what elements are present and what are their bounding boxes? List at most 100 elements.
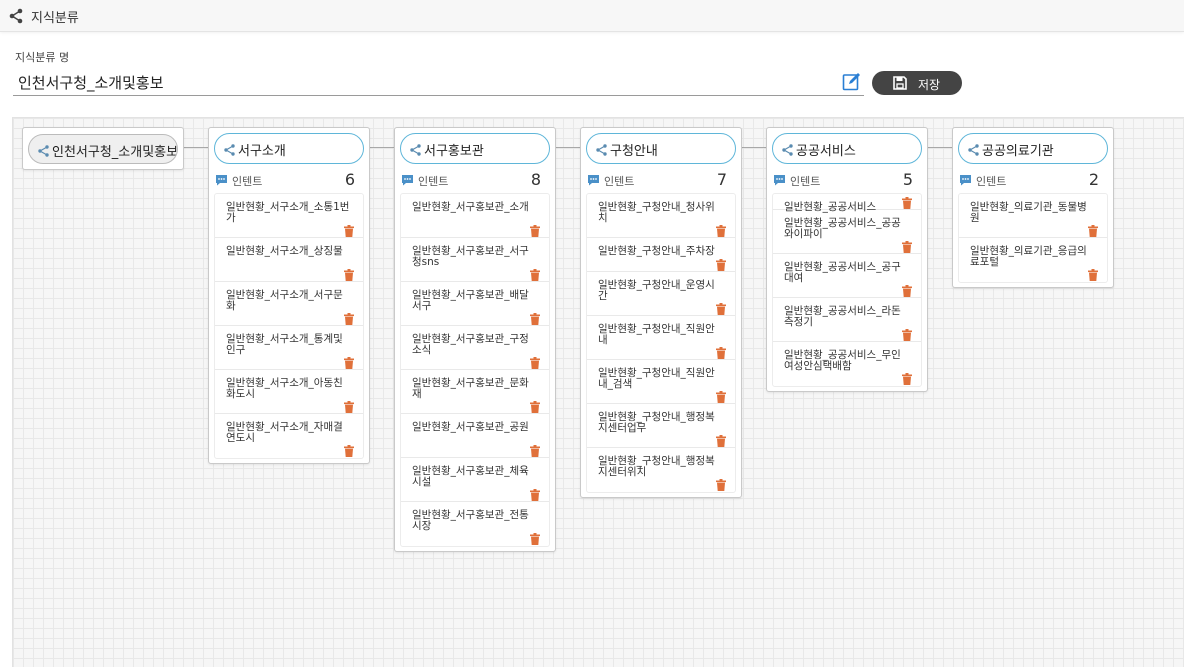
intent-item[interactable]: 일반현황_구청안내_운영시간: [587, 272, 735, 316]
intent-item-label: 일반현황_구청안내_주차장: [598, 245, 715, 257]
intent-item[interactable]: 일반현황_공공서비스_공구대여: [773, 254, 921, 298]
delete-icon[interactable]: [1088, 222, 1098, 237]
category-node-label: 공공서비스: [796, 144, 856, 159]
intent-item[interactable]: 일반현황_서구홍보관_공원: [401, 414, 549, 458]
delete-icon[interactable]: [530, 398, 540, 413]
intent-item-label: 일반현황_서구소개_자매결연도시: [226, 421, 343, 444]
intent-item[interactable]: 일반현황_의료기관_동물병원: [959, 194, 1107, 238]
delete-icon[interactable]: [716, 476, 726, 491]
delete-icon[interactable]: [716, 256, 726, 271]
category-node[interactable]: 공공의료기관인텐트 2 일반현황_의료기관_동물병원일반현황_의료기관_응급의료포털: [952, 127, 1114, 288]
intent-list: 일반현황_공공서비스일반현황_공공서비스_공공와이파이일반현황_공공서비스_공구…: [772, 193, 922, 387]
category-name-field[interactable]: 인천서구청_소개및홍보: [13, 69, 864, 96]
intent-item[interactable]: 일반현황_서구소개_상징물: [215, 238, 363, 282]
intent-item[interactable]: 일반현황_공공서비스_라돈측정기: [773, 298, 921, 342]
delete-icon[interactable]: [716, 222, 726, 237]
delete-icon[interactable]: [902, 326, 912, 341]
delete-icon[interactable]: [344, 310, 354, 325]
intent-item[interactable]: 일반현황_서구소개_통계및인구: [215, 326, 363, 370]
delete-icon[interactable]: [344, 266, 354, 281]
edit-icon[interactable]: [842, 72, 861, 91]
connector-line: [555, 147, 580, 148]
delete-icon[interactable]: [902, 370, 912, 385]
intent-list: 일반현황_의료기관_동물병원일반현황_의료기관_응급의료포털: [958, 193, 1108, 283]
intent-item-label: 일반현황_구청안내_청사위치: [598, 201, 715, 224]
delete-icon[interactable]: [716, 300, 726, 315]
category-node-header[interactable]: 서구홍보관: [400, 133, 550, 164]
intent-item-label: 일반현황_공공서비스_공공와이파이: [784, 217, 901, 240]
intent-item[interactable]: 일반현황_구청안내_청사위치: [587, 194, 735, 238]
chat-icon: [774, 175, 785, 186]
intent-item[interactable]: 일반현황_공공서비스: [773, 194, 921, 212]
intent-item[interactable]: 일반현황_구청안내_주차장: [587, 238, 735, 272]
category-node-header[interactable]: 구청안내: [586, 133, 736, 164]
intent-item[interactable]: 일반현황_구청안내_직원안내: [587, 316, 735, 360]
delete-icon[interactable]: [902, 194, 912, 209]
category-node[interactable]: 구청안내 인텐트 7 일반현황_구청안내_청사위치 일반현황_구청안내_주차장 일반현황_…: [580, 127, 742, 498]
intent-item-label: 일반현황_구청안내_운영시간: [598, 279, 715, 302]
delete-icon[interactable]: [530, 442, 540, 457]
intent-item-label: 일반현황_서구소개_서구문화: [226, 289, 343, 312]
chat-icon: [216, 175, 227, 186]
intent-item[interactable]: 일반현황_서구홍보관_구정소식: [401, 326, 549, 370]
root-node-label: 인천서구청_소개및홍보: [52, 145, 178, 160]
intent-list: 일반현황_구청안내_청사위치일반현황_구청안내_주차장일반현황_구청안내_운영시…: [586, 193, 736, 493]
intent-item[interactable]: 일반현황_구청안내_직원안내_검색: [587, 360, 735, 404]
share-icon: [38, 145, 49, 157]
connector-line: [741, 147, 766, 148]
delete-icon[interactable]: [344, 222, 354, 237]
intent-item-label: 일반현황_의료기관_동물병원: [970, 201, 1087, 224]
intent-item-label: 일반현황_서구홍보관_구정소식: [412, 333, 529, 356]
chat-icon: [588, 175, 599, 186]
delete-icon[interactable]: [902, 238, 912, 253]
intent-count-row: 인텐트 2: [959, 170, 1105, 189]
delete-icon[interactable]: [530, 222, 540, 237]
intent-item[interactable]: 일반현황_서구홍보관_소개: [401, 194, 549, 238]
delete-icon[interactable]: [1088, 266, 1098, 281]
intent-item[interactable]: 일반현황_구청안내_행정복지센터위치: [587, 448, 735, 492]
delete-icon[interactable]: [530, 486, 540, 501]
intent-item[interactable]: 일반현황_서구홍보관_서구청sns: [401, 238, 549, 282]
intent-item[interactable]: 일반현황_서구홍보관_문화재: [401, 370, 549, 414]
delete-icon[interactable]: [344, 442, 354, 457]
category-node[interactable]: 서구홍보관 인텐트 8 일반현황_서구홍보관_소개 일반현황_서구홍보관_서구청sns 일…: [394, 127, 556, 552]
category-node[interactable]: 서구소개 인텐트 6 일반현황_서구소개_소통1번가 일반현황_서구소개_상징물 일반현황…: [208, 127, 370, 464]
delete-icon[interactable]: [530, 266, 540, 281]
delete-icon[interactable]: [716, 432, 726, 447]
delete-icon[interactable]: [530, 354, 540, 369]
intent-item[interactable]: 일반현황_의료기관_응급의료포털: [959, 238, 1107, 282]
save-button[interactable]: 저장: [872, 71, 962, 95]
category-node-header[interactable]: 공공서비스: [772, 133, 922, 164]
save-icon: [893, 76, 907, 90]
delete-icon[interactable]: [344, 354, 354, 369]
intent-item[interactable]: 일반현황_서구소개_자매결연도시: [215, 414, 363, 458]
intent-count-row: 인텐트 8: [401, 170, 547, 189]
intent-item[interactable]: 일반현황_서구홍보관_배달서구: [401, 282, 549, 326]
root-node[interactable]: 인천서구청_소개및홍보: [22, 127, 184, 170]
delete-icon[interactable]: [344, 398, 354, 413]
delete-icon[interactable]: [902, 282, 912, 297]
delete-icon[interactable]: [530, 530, 540, 545]
intent-item[interactable]: 일반현황_공공서비스_무인여성안심택배함: [773, 342, 921, 386]
category-node[interactable]: 공공서비스 인텐트 5 일반현황_공공서비스 일반현황_공공서비스_공공와이파이 일반현황…: [766, 127, 928, 392]
intent-label: 인텐트: [604, 175, 635, 188]
intent-item[interactable]: 일반현황_구청안내_행정복지센터업무: [587, 404, 735, 448]
intent-item-label: 일반현황_공공서비스_무인여성안심택배함: [784, 349, 901, 372]
intent-item[interactable]: 일반현황_서구홍보관_전통시장: [401, 502, 549, 546]
intent-item[interactable]: 일반현황_서구소개_서구문화: [215, 282, 363, 326]
intent-item[interactable]: 일반현황_서구소개_소통1번가: [215, 194, 363, 238]
intent-item[interactable]: 일반현황_공공서비스_공공와이파이: [773, 210, 921, 254]
intent-item[interactable]: 일반현황_서구홍보관_체육시설: [401, 458, 549, 502]
delete-icon[interactable]: [716, 344, 726, 359]
share-icon: [596, 144, 607, 156]
chat-icon: [402, 175, 413, 186]
category-node-header[interactable]: 공공의료기관: [958, 133, 1108, 164]
category-node-header[interactable]: 서구소개: [214, 133, 364, 164]
delete-icon[interactable]: [530, 310, 540, 325]
intent-count-row: 인텐트 5: [773, 170, 919, 189]
delete-icon[interactable]: [716, 388, 726, 403]
category-name-value[interactable]: 인천서구청_소개및홍보: [18, 72, 164, 93]
root-node-header[interactable]: 인천서구청_소개및홍보: [28, 134, 178, 164]
share-icon: [224, 144, 235, 156]
intent-item[interactable]: 일반현황_서구소개_아동친화도시: [215, 370, 363, 414]
